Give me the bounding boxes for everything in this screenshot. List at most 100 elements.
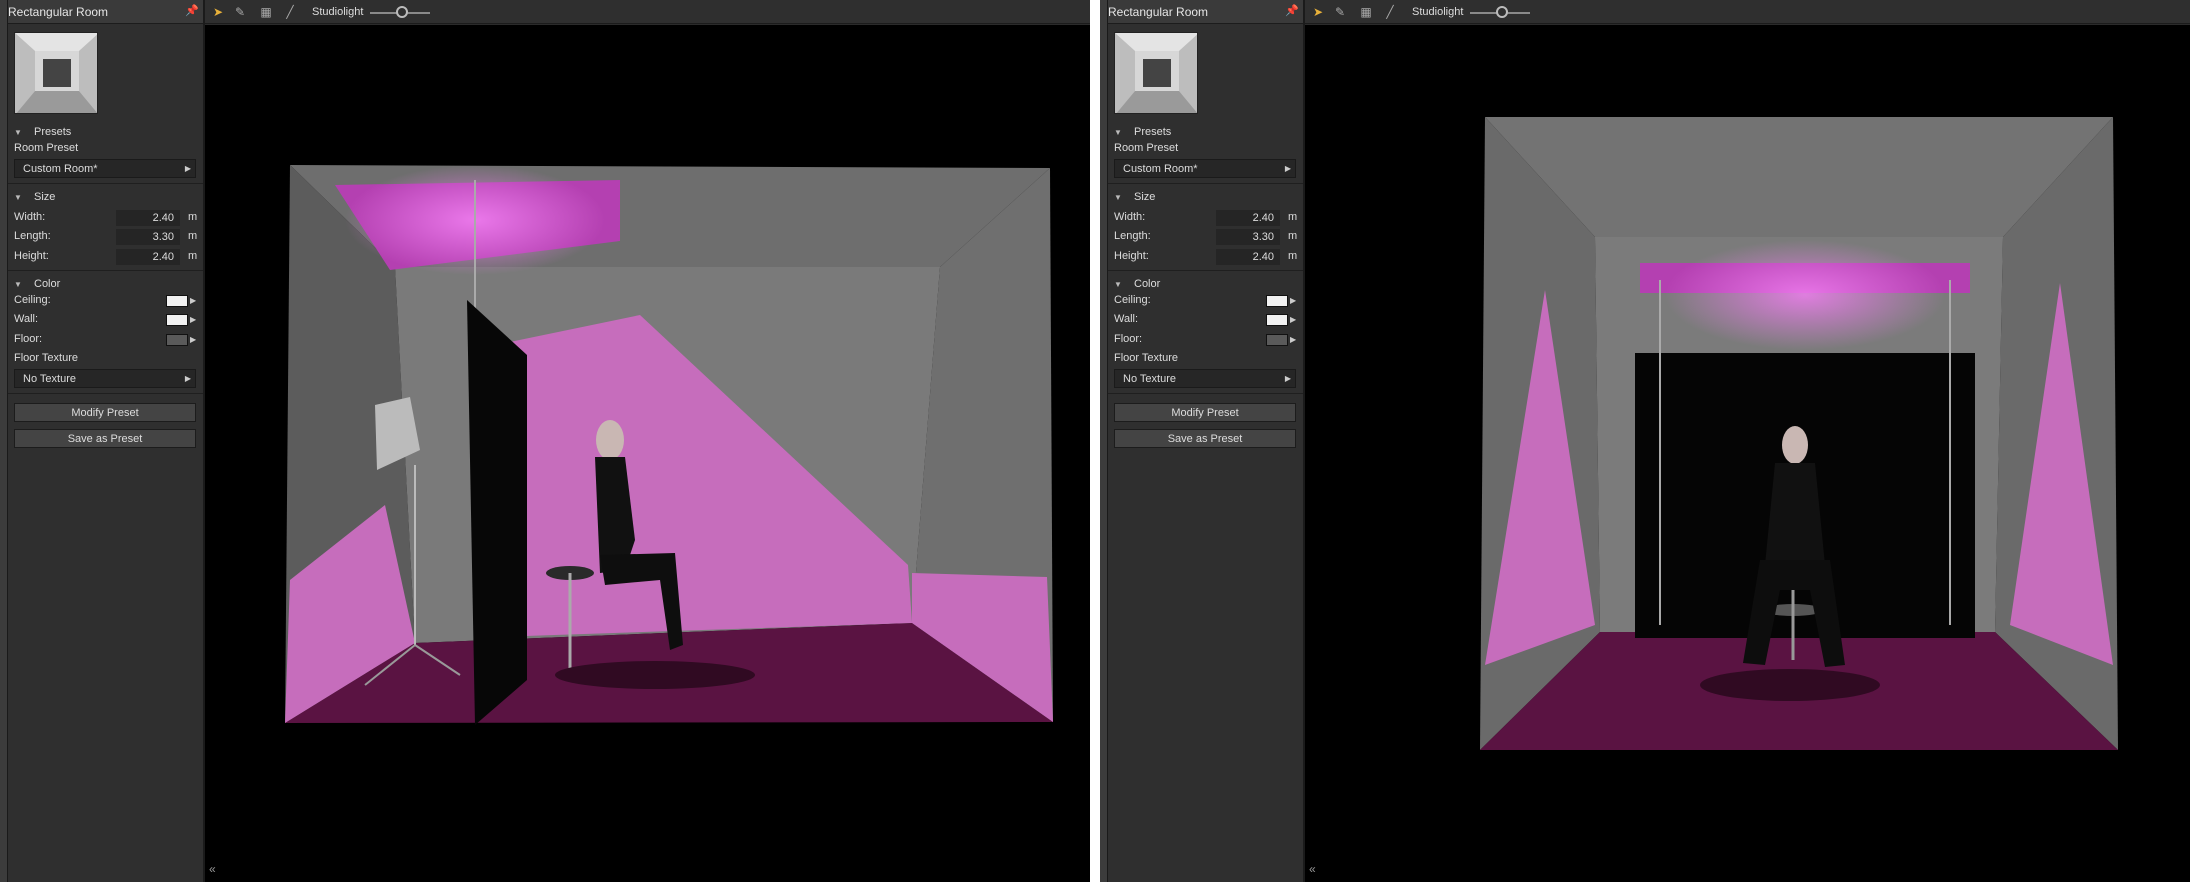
arrow-right-icon[interactable]: ▶ bbox=[1290, 335, 1296, 344]
wall-label: Wall: bbox=[1114, 313, 1139, 325]
figure-body bbox=[1765, 463, 1825, 565]
color-header-label: Color bbox=[34, 278, 61, 290]
grid-icon[interactable]: ▦ bbox=[259, 5, 273, 19]
select-arrow-icon[interactable]: ➤ bbox=[1311, 5, 1325, 19]
modify-preset-button[interactable]: Modify Preset bbox=[1114, 403, 1296, 422]
room-editor-window-front-view: Rectangular Room 📌 ▼ Presets Room Preset … bbox=[1100, 0, 2190, 882]
size-section-header[interactable]: ▼ Size bbox=[14, 191, 55, 203]
room-preset-value: Custom Room* bbox=[1123, 163, 1198, 175]
room-scene-front bbox=[1480, 117, 2118, 750]
floor-texture-dropdown[interactable]: No Texture ▶ bbox=[14, 369, 196, 388]
figure-shadow bbox=[555, 661, 755, 689]
arrow-right-icon[interactable]: ▶ bbox=[1290, 296, 1296, 305]
width-unit: m bbox=[188, 211, 198, 223]
presets-section-header[interactable]: ▼ Presets bbox=[1114, 126, 1171, 138]
panel-title: Rectangular Room bbox=[1108, 5, 1209, 19]
arrow-right-icon[interactable]: ▶ bbox=[1290, 315, 1296, 324]
studiolight-label: Studiolight bbox=[1412, 6, 1464, 18]
select-arrow-icon[interactable]: ➤ bbox=[211, 5, 225, 19]
modify-preset-button[interactable]: Modify Preset bbox=[14, 403, 196, 422]
floor-label: Floor: bbox=[1114, 333, 1143, 345]
line-tool-icon[interactable]: ╱ bbox=[1383, 5, 1397, 19]
panel-header: Rectangular Room 📌 bbox=[8, 0, 203, 24]
pin-icon[interactable]: 📌 bbox=[185, 5, 199, 17]
figure-shadow bbox=[1700, 669, 1880, 701]
room-preset-dropdown[interactable]: Custom Room* ▶ bbox=[14, 159, 196, 178]
pencil-icon[interactable]: ✎ bbox=[233, 5, 247, 19]
wall-color-swatch[interactable] bbox=[1266, 314, 1288, 326]
left-rail bbox=[0, 0, 8, 882]
ceiling-color-swatch[interactable] bbox=[166, 295, 188, 307]
ceiling-color-swatch[interactable] bbox=[1266, 295, 1288, 307]
length-label: Length: bbox=[1114, 230, 1151, 242]
room-preset-dropdown[interactable]: Custom Room* ▶ bbox=[1114, 159, 1296, 178]
black-flag-panel bbox=[467, 300, 527, 725]
floor-color-swatch[interactable] bbox=[166, 334, 188, 346]
room-ceiling bbox=[1485, 117, 2113, 237]
properties-panel: Rectangular Room 📌 ▼ Presets Room Preset … bbox=[1108, 0, 1305, 882]
color-section-header[interactable]: ▼ Color bbox=[14, 278, 60, 290]
arrow-right-icon[interactable]: ▶ bbox=[190, 335, 196, 344]
figure-head bbox=[1782, 426, 1808, 464]
width-field[interactable]: 2.40 bbox=[116, 210, 180, 226]
height-unit: m bbox=[188, 250, 198, 262]
arrow-right-icon[interactable]: ▶ bbox=[190, 315, 196, 324]
color-section-header[interactable]: ▼ Color bbox=[1114, 278, 1160, 290]
divider bbox=[1108, 183, 1303, 184]
panel-title: Rectangular Room bbox=[8, 5, 109, 19]
panel-header: Rectangular Room 📌 bbox=[1108, 0, 1303, 24]
height-label: Height: bbox=[1114, 250, 1149, 262]
room-scene-side bbox=[285, 165, 1053, 725]
wall-color-swatch[interactable] bbox=[166, 314, 188, 326]
height-field[interactable]: 2.40 bbox=[116, 249, 180, 265]
arrow-right-icon: ▶ bbox=[184, 374, 191, 383]
ceiling-label: Ceiling: bbox=[1114, 294, 1151, 306]
left-rail bbox=[1100, 0, 1108, 882]
line-tool-icon[interactable]: ╱ bbox=[283, 5, 297, 19]
3d-viewport[interactable]: « bbox=[205, 25, 1090, 882]
presets-header-label: Presets bbox=[34, 126, 72, 138]
save-as-preset-button[interactable]: Save as Preset bbox=[14, 429, 196, 448]
room-thumbnail[interactable] bbox=[1114, 32, 1198, 114]
studiolight-label: Studiolight bbox=[312, 6, 364, 18]
ceiling-light-glow bbox=[1665, 240, 1945, 350]
pencil-icon[interactable]: ✎ bbox=[1333, 5, 1347, 19]
size-section-header[interactable]: ▼ Size bbox=[1114, 191, 1155, 203]
viewport-toolbar: ➤ ✎ ▦ ╱ Studiolight bbox=[205, 0, 1090, 24]
3d-viewport[interactable]: « bbox=[1305, 25, 2190, 882]
length-unit: m bbox=[188, 230, 198, 242]
wall-label: Wall: bbox=[14, 313, 39, 325]
floor-texture-value: No Texture bbox=[1123, 373, 1176, 385]
pin-icon[interactable]: 📌 bbox=[1285, 5, 1299, 17]
chevron-down-icon: ▼ bbox=[1114, 128, 1122, 137]
width-field[interactable]: 2.40 bbox=[1216, 210, 1280, 226]
length-field[interactable]: 3.30 bbox=[1216, 229, 1280, 245]
width-label: Width: bbox=[1114, 211, 1146, 223]
collapse-left-icon[interactable]: « bbox=[1309, 862, 1316, 876]
room-preset-label: Room Preset bbox=[1114, 142, 1179, 154]
arrow-right-icon[interactable]: ▶ bbox=[190, 296, 196, 305]
save-as-preset-button[interactable]: Save as Preset bbox=[1114, 429, 1296, 448]
color-header-label: Color bbox=[1134, 278, 1161, 290]
floor-color-swatch[interactable] bbox=[1266, 334, 1288, 346]
chevron-down-icon: ▼ bbox=[14, 193, 22, 202]
room-preset-value: Custom Room* bbox=[23, 163, 98, 175]
room-preset-label: Room Preset bbox=[14, 142, 79, 154]
collapse-left-icon[interactable]: « bbox=[209, 862, 216, 876]
studiolight-slider-handle[interactable] bbox=[396, 6, 408, 18]
presets-section-header[interactable]: ▼ Presets bbox=[14, 126, 71, 138]
chevron-down-icon: ▼ bbox=[14, 128, 22, 137]
height-label: Height: bbox=[14, 250, 49, 262]
studiolight-slider-handle[interactable] bbox=[1496, 6, 1508, 18]
properties-panel: Rectangular Room 📌 ▼ Presets Room Preset … bbox=[8, 0, 205, 882]
divider bbox=[8, 270, 203, 271]
length-field[interactable]: 3.30 bbox=[116, 229, 180, 245]
floor-texture-dropdown[interactable]: No Texture ▶ bbox=[1114, 369, 1296, 388]
divider bbox=[1108, 393, 1303, 394]
height-field[interactable]: 2.40 bbox=[1216, 249, 1280, 265]
room-thumbnail[interactable] bbox=[14, 32, 98, 114]
floor-texture-label: Floor Texture bbox=[14, 352, 78, 364]
grid-icon[interactable]: ▦ bbox=[1359, 5, 1373, 19]
size-header-label: Size bbox=[1134, 191, 1156, 203]
height-unit: m bbox=[1288, 250, 1298, 262]
